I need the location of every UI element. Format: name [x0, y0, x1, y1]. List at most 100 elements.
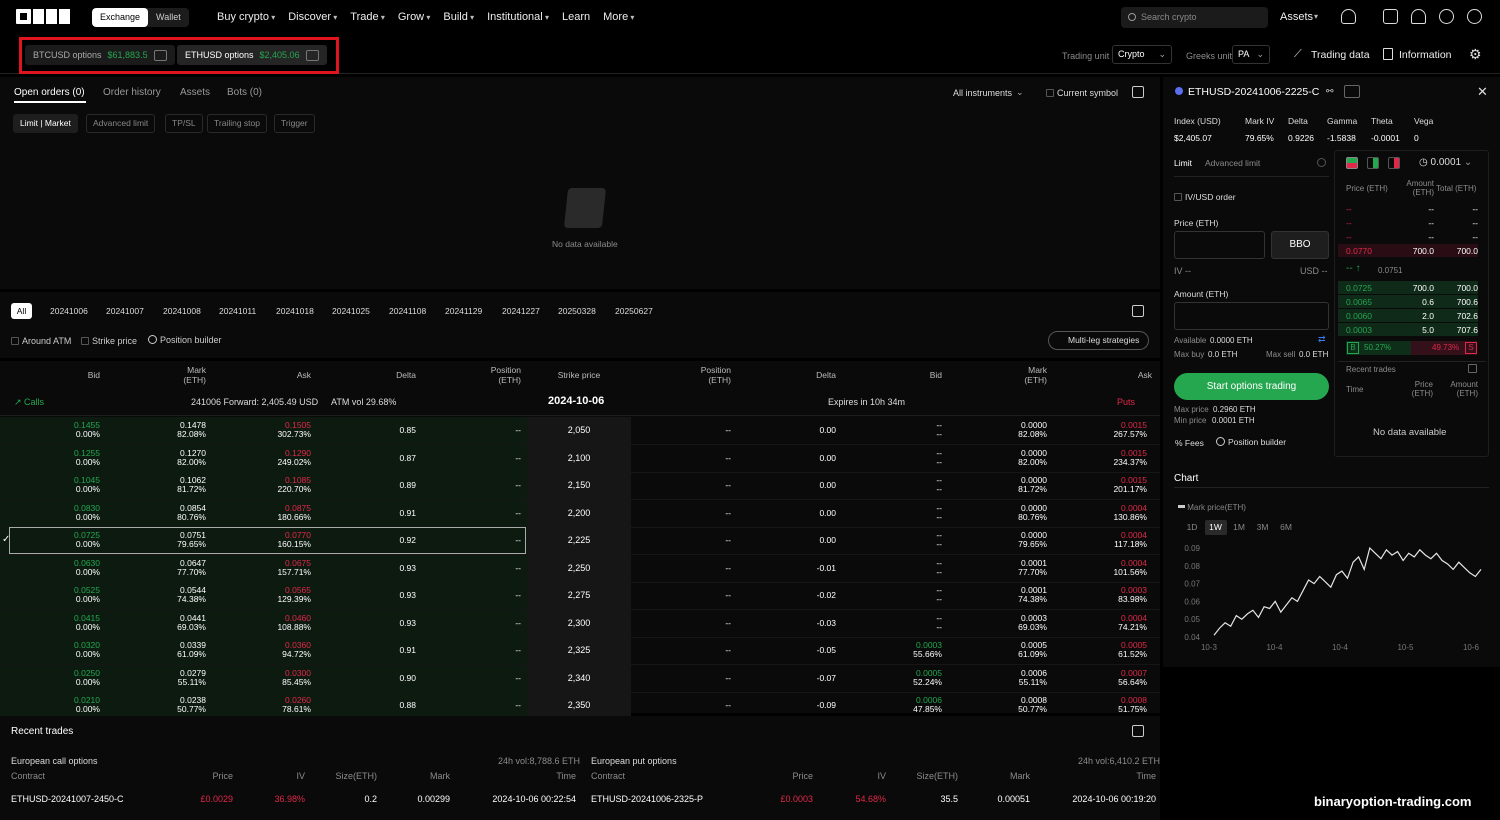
globe-icon[interactable]: [1467, 9, 1482, 24]
fees-link[interactable]: % Fees: [1175, 438, 1204, 448]
nav-trade[interactable]: Trade: [350, 11, 385, 23]
bell-icon[interactable]: [1411, 9, 1426, 24]
instrument-filter[interactable]: All instruments: [953, 88, 1012, 98]
range-tab-1M[interactable]: 1M: [1228, 520, 1250, 535]
wallet-toggle[interactable]: Wallet: [148, 8, 189, 27]
table-row[interactable]: ✓ 0.0725 0.00% 0.0751 79.65% 0.0770 160.15% 0.9…: [0, 527, 1160, 555]
price-input[interactable]: [1174, 231, 1265, 259]
table-row[interactable]: 0.0250 0.00% 0.0279 55.11% 0.0300 85.45% 0.90-…: [0, 664, 1160, 693]
strike-price-toggle[interactable]: Strike price: [81, 336, 137, 346]
exchange-toggle[interactable]: Exchange: [92, 8, 149, 27]
book-both-icon[interactable]: [1346, 157, 1358, 169]
range-tab-6M[interactable]: 6M: [1275, 520, 1297, 535]
expand-icon[interactable]: [1468, 364, 1477, 373]
tab-advanced-limit[interactable]: Advanced limit: [1205, 158, 1260, 168]
tab-open-orders[interactable]: Open orders (0): [14, 87, 85, 98]
table-row[interactable]: 0.0830 0.00% 0.0854 80.76% 0.0875 180.66% 0.91…: [0, 499, 1160, 528]
book-bids-icon[interactable]: [1367, 157, 1379, 169]
tab-order-history[interactable]: Order history: [103, 87, 161, 98]
ob-price[interactable]: --: [1346, 218, 1352, 228]
greeks-unit-select[interactable]: PA ⌄: [1232, 45, 1270, 64]
tick-size-select[interactable]: ◷ 0.0001 ⌄: [1419, 157, 1472, 168]
chip-trigger[interactable]: Trigger: [274, 114, 315, 133]
position-builder-link[interactable]: Position builder: [1216, 437, 1286, 447]
date-chip[interactable]: 20250627: [615, 303, 653, 319]
date-chip[interactable]: 20241008: [163, 303, 201, 319]
table-row[interactable]: 0.0415 0.00% 0.0441 69.03% 0.0460 108.88% 0.93…: [0, 609, 1160, 638]
calls-text: Calls: [24, 397, 45, 407]
around-atm-toggle[interactable]: Around ATM: [11, 336, 71, 346]
chip-tpsl[interactable]: TP/SL: [165, 114, 203, 133]
chip-limit-market[interactable]: Limit | Market: [13, 114, 78, 133]
start-options-trading-button[interactable]: Start options trading: [1174, 373, 1329, 400]
nav-more[interactable]: More: [603, 11, 634, 23]
range-tab-1W[interactable]: 1W: [1204, 520, 1227, 535]
nav-discover[interactable]: Discover: [288, 11, 337, 23]
date-chip[interactable]: 20241011: [219, 303, 256, 319]
position-builder-toggle[interactable]: Position builder: [148, 335, 222, 345]
search-input[interactable]: Search crypto: [1121, 7, 1268, 28]
table-row[interactable]: 0.1455 0.00% 0.1478 82.08% 0.1505 302.73% 0.85…: [0, 417, 1160, 445]
information-link[interactable]: Information: [1399, 49, 1452, 61]
nav-institutional[interactable]: Institutional: [487, 11, 549, 23]
chip-advanced-limit[interactable]: Advanced limit: [86, 114, 156, 133]
date-chip[interactable]: 20241007: [106, 303, 144, 319]
date-chip[interactable]: 20250328: [558, 303, 596, 319]
table-row[interactable]: 0.0525 0.00% 0.0544 74.38% 0.0565 129.39% 0.93…: [0, 582, 1160, 610]
ob-price[interactable]: 0.0003: [1346, 325, 1372, 335]
download-icon[interactable]: [1383, 9, 1398, 24]
table-row[interactable]: 0.0630 0.00% 0.0647 77.70% 0.0675 157.71% 0.93…: [0, 554, 1160, 583]
tab-bots[interactable]: Bots (0): [227, 87, 262, 98]
ob-price[interactable]: 0.0770: [1346, 246, 1372, 256]
tab-assets[interactable]: Assets: [180, 87, 210, 98]
table-row[interactable]: 0.1045 0.00% 0.1062 81.72% 0.1085 220.70% 0.89…: [0, 472, 1160, 500]
ob-amount: 700.0: [1412, 246, 1434, 256]
nav-learn[interactable]: Learn: [562, 11, 590, 23]
date-chip[interactable]: 20241129: [445, 303, 482, 319]
date-chip[interactable]: 20241018: [276, 303, 314, 319]
amount-input[interactable]: [1174, 302, 1329, 330]
nav-buy-crypto[interactable]: Buy crypto: [217, 11, 275, 23]
trading-unit-select[interactable]: Crypto ⌄: [1112, 45, 1172, 64]
divider: [1174, 487, 1489, 488]
range-tab-1D[interactable]: 1D: [1181, 520, 1203, 535]
range-tab-3M[interactable]: 3M: [1252, 520, 1274, 535]
bbo-button[interactable]: BBO: [1271, 231, 1329, 259]
table-row[interactable]: 0.0210 0.00% 0.0238 50.77% 0.0260 78.61% 0.88-…: [0, 692, 1160, 720]
date-chip[interactable]: 20241108: [389, 303, 426, 319]
transfer-icon[interactable]: ⇄: [1318, 334, 1326, 345]
ob-price[interactable]: 0.0065: [1346, 297, 1372, 307]
date-chip-all[interactable]: All: [11, 303, 32, 319]
multi-leg-strategies-button[interactable]: Multi-leg strategies: [1048, 331, 1149, 350]
link-icon[interactable]: ⚯: [1326, 86, 1334, 97]
ob-price[interactable]: --: [1346, 232, 1352, 242]
user-icon[interactable]: [1341, 9, 1356, 24]
expand-icon[interactable]: [1132, 725, 1144, 737]
trading-data-link[interactable]: Trading data: [1311, 49, 1370, 61]
table-row[interactable]: 0.0320 0.00% 0.0339 61.09% 0.0360 94.72% 0.91-…: [0, 637, 1160, 665]
expand-icon[interactable]: [1132, 305, 1144, 317]
date-chip[interactable]: 20241227: [502, 303, 540, 319]
nav-build[interactable]: Build: [443, 11, 474, 23]
help-icon[interactable]: [1317, 158, 1326, 167]
date-chip[interactable]: 20241006: [50, 303, 88, 319]
date-chip[interactable]: 20241025: [332, 303, 370, 319]
book-icon[interactable]: [1344, 85, 1360, 98]
ob-price[interactable]: 0.0060: [1346, 311, 1372, 321]
assets-menu[interactable]: Assets: [1280, 11, 1313, 23]
okx-logo[interactable]: [16, 9, 70, 24]
close-icon[interactable]: ✕: [1477, 84, 1488, 100]
chip-trailing-stop[interactable]: Trailing stop: [207, 114, 267, 133]
ob-price[interactable]: 0.0725: [1346, 283, 1372, 293]
ob-price[interactable]: --: [1346, 204, 1352, 214]
expand-icon[interactable]: [1132, 86, 1144, 98]
nav-grow[interactable]: Grow: [398, 11, 431, 23]
chart-legend: Mark price(ETH): [1178, 503, 1246, 512]
iv-usd-order-checkbox[interactable]: IV/USD order: [1174, 192, 1236, 202]
current-symbol-checkbox[interactable]: Current symbol: [1046, 88, 1118, 98]
table-row[interactable]: 0.1255 0.00% 0.1270 82.00% 0.1290 249.02% 0.87…: [0, 444, 1160, 473]
book-asks-icon[interactable]: [1388, 157, 1400, 169]
settings-gear-icon[interactable]: ⚙: [1469, 46, 1482, 63]
tab-limit[interactable]: Limit: [1174, 158, 1192, 168]
help-icon[interactable]: [1439, 9, 1454, 24]
